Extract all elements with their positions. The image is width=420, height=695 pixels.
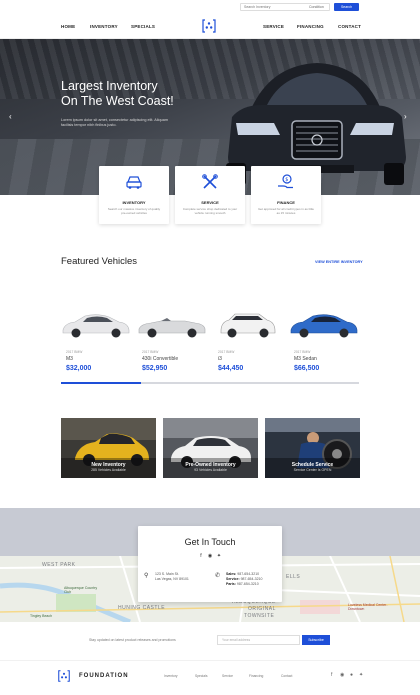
map-label: HUNING CASTLE — [118, 605, 166, 611]
brand-logo[interactable] — [201, 18, 217, 34]
tile-subtitle: 285 Vehicles Available — [91, 468, 126, 472]
map-label: ELLS — [286, 574, 301, 580]
vehicle-model: i3 — [218, 356, 222, 362]
footer-link-inventory[interactable]: Inventory — [164, 674, 178, 678]
search-input[interactable] — [244, 4, 299, 10]
vehicle-image — [220, 313, 276, 338]
facebook-icon[interactable]: f — [331, 672, 332, 678]
featured-title: Featured Vehicles — [61, 256, 138, 267]
service-card-service[interactable]: SERVICE Complete service shop dedicated … — [175, 166, 245, 224]
social-links: f ◉ ✦ — [194, 553, 226, 559]
map-label: WEST PARK — [42, 562, 76, 568]
search-box: Condition — [240, 3, 330, 11]
subscribe-button[interactable]: Subscribe — [302, 635, 330, 645]
map-place: Loveless Medical Center-Downtown — [348, 603, 388, 611]
twitter-icon[interactable]: ✦ — [359, 672, 363, 678]
service-card-desc: Get approved for all credit types in as … — [258, 207, 314, 215]
service-label: Service: — [226, 577, 240, 581]
service-card-finance[interactable]: $ FINANCE Get approved for all credit ty… — [251, 166, 321, 224]
pinterest-icon[interactable]: ● — [350, 672, 353, 678]
search-button[interactable]: Search — [334, 3, 359, 11]
tile-preowned-inventory[interactable]: Pre-Owned Inventory 93 Vehicles Availabl… — [163, 418, 258, 478]
money-hand-icon: $ — [278, 174, 293, 189]
nav-contact[interactable]: CONTACT — [338, 24, 361, 29]
hero-description: Lorem ipsum dolor sit amet, consectetur … — [61, 118, 168, 128]
footer-link-service[interactable]: Service — [222, 674, 233, 678]
svg-text:$: $ — [285, 177, 288, 183]
hero-title-line-1: Largest Inventory — [61, 79, 158, 93]
parts-phone[interactable]: Parts: 987-654-3210 — [226, 582, 262, 587]
instagram-icon[interactable]: ◉ — [206, 553, 215, 559]
parts-number: 987-654-3210 — [236, 582, 259, 586]
newsletter-text: Stay updated on latest product releases … — [89, 638, 176, 642]
location-pin-icon: ⚲ — [144, 573, 149, 579]
phone-numbers: Sales: 987-654-3210 Service: 987-654-321… — [226, 572, 262, 587]
footer-link-financing[interactable]: Financing — [249, 674, 263, 678]
address: 123 S. Main St. Las Vegas, NV 89101 — [155, 572, 189, 582]
car-icon — [126, 176, 142, 189]
condition-select[interactable]: Condition — [309, 5, 324, 9]
service-card-desc: Complete service shop dedicated to your … — [182, 207, 238, 215]
main-nav: HOME INVENTORY SPECIALS SERVICE FINANCIN… — [0, 14, 420, 39]
tile-subtitle: 93 Vehicles Available — [194, 468, 227, 472]
service-card-title: INVENTORY — [122, 200, 146, 205]
map-label: ORIGINAL — [248, 606, 276, 612]
vehicle-price: $66,500 — [294, 365, 320, 372]
contact-title: Get In Touch — [184, 537, 236, 547]
hero-title: Largest Inventory On The West Coast! — [61, 79, 201, 109]
tools-icon — [202, 174, 218, 189]
footer-link-specials[interactable]: Specials — [195, 674, 207, 678]
vehicle-price: $44,450 — [218, 365, 244, 372]
service-number: 987-654-3210 — [240, 577, 263, 581]
footer-divider — [0, 660, 420, 661]
newsletter-email-input[interactable]: Your email address — [217, 635, 300, 645]
map-label: TOWNSITE — [244, 613, 275, 619]
footer-logo[interactable] — [57, 669, 71, 683]
chevron-left-icon[interactable]: ‹ — [9, 112, 12, 121]
parts-label: Parts: — [226, 582, 236, 586]
contact-card: Get In Touch f ◉ ✦ ⚲ 123 S. Main St. Las V… — [138, 526, 282, 602]
nav-inventory[interactable]: INVENTORY — [90, 24, 118, 29]
vehicle-make: 2017 BMW — [66, 350, 83, 354]
vehicle-model: M3 Sedan — [294, 356, 317, 362]
phone-icon: ✆ — [215, 573, 221, 579]
vehicle-make: 2017 BMW — [294, 350, 311, 354]
twitter-icon[interactable]: ✦ — [215, 553, 224, 559]
map-place: Albuquerque Country Club — [64, 586, 98, 594]
nav-financing[interactable]: FINANCING — [297, 24, 324, 29]
tile-new-inventory[interactable]: New Inventory 285 Vehicles Available — [61, 418, 156, 478]
sales-number: 987-654-3210 — [237, 572, 260, 576]
service-card-title: SERVICE — [201, 200, 219, 205]
tile-schedule-service[interactable]: Schedule Service Service Center Is OPEN — [265, 418, 360, 478]
vehicle-model: M3 — [66, 356, 73, 362]
service-card-desc: Search our massive inventory of quality … — [107, 207, 161, 215]
top-utility-bar: Condition Search — [0, 0, 420, 14]
instagram-icon[interactable]: ◉ — [340, 672, 344, 678]
footer-brand: FOUNDATION — [79, 673, 129, 679]
carousel-scrollbar[interactable] — [61, 382, 359, 384]
sales-label: Sales: — [226, 572, 237, 576]
footer-link-contact[interactable]: Contact — [281, 674, 292, 678]
vehicle-make: 2017 BMW — [142, 350, 159, 354]
nav-specials[interactable]: SPECIALS — [131, 24, 155, 29]
vehicle-make: 2017 BMW — [218, 350, 235, 354]
hero-title-line-2: On The West Coast! — [61, 94, 174, 108]
vehicle-image — [62, 314, 130, 338]
vehicle-price: $52,950 — [142, 365, 168, 372]
carousel-scroll-thumb[interactable] — [61, 382, 142, 384]
vehicle-model: 430i Convertible — [142, 356, 179, 362]
view-inventory-link[interactable]: VIEW ENTIRE INVENTORY — [315, 260, 363, 264]
service-card-inventory[interactable]: INVENTORY Search our massive inventory o… — [99, 166, 169, 224]
service-card-title: FINANCE — [277, 200, 295, 205]
vehicle-image — [290, 314, 358, 338]
address-line-2: Las Vegas, NV 89101 — [155, 577, 189, 581]
tile-subtitle: Service Center Is OPEN — [293, 468, 332, 472]
vehicle-price: $32,000 — [66, 365, 92, 372]
facebook-icon[interactable]: f — [197, 553, 206, 559]
nav-service[interactable]: SERVICE — [263, 24, 284, 29]
map-place: Tingley Beach — [30, 614, 53, 618]
vehicle-image — [138, 318, 206, 338]
nav-home[interactable]: HOME — [61, 24, 75, 29]
